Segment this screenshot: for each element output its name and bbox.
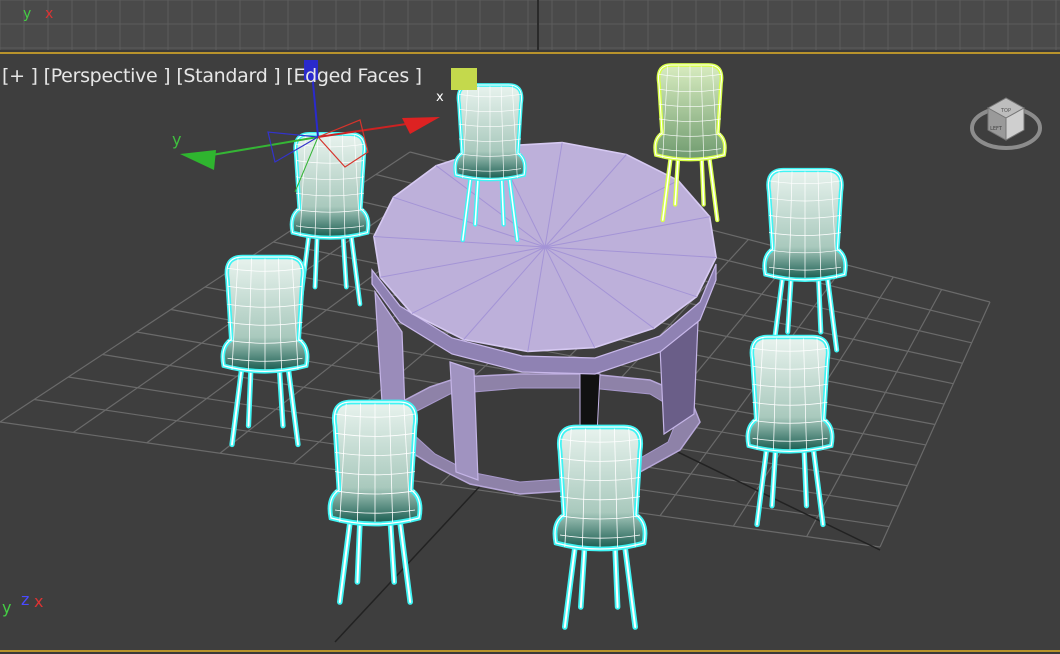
top-viewport-grid [0, 0, 1060, 50]
viewport-display-mode-menu[interactable]: [Edged Faces ] [286, 65, 422, 87]
selection-color-swatch[interactable] [451, 68, 477, 90]
gizmo-y-label: y [172, 130, 182, 149]
viewport-label-menu[interactable]: [+ ] [Perspective ] [Standard ] [Edged Face… [2, 65, 428, 87]
corner-axis-x-label: x [34, 592, 44, 611]
gizmo-x-arrow[interactable] [402, 117, 440, 134]
chair-front-right[interactable] [552, 424, 648, 630]
corner-axis-z-label: z [21, 590, 30, 609]
chair-front-left[interactable] [327, 399, 423, 605]
chair-left[interactable] [220, 254, 310, 448]
chair-right-front[interactable] [745, 334, 835, 528]
top-axis-y-label: y [23, 6, 32, 22]
top-axis-x-label: x [45, 6, 54, 22]
gizmo-y-arrow[interactable] [180, 150, 216, 170]
viewport-point-of-view-menu[interactable]: [Perspective ] [44, 65, 171, 87]
top-viewport[interactable]: y x [0, 0, 1060, 50]
viewcube-top-label: TOP [1000, 108, 1011, 114]
corner-axis-y-label: y [2, 598, 12, 617]
scene-canvas[interactable] [0, 54, 1060, 652]
viewport-shading-menu[interactable]: [Standard ] [176, 65, 280, 87]
gizmo-x-label: x [436, 90, 444, 105]
viewcube[interactable]: TOP LEFT [966, 90, 1046, 160]
viewport-divider[interactable] [537, 0, 539, 50]
viewcube-left-label: LEFT [990, 126, 1003, 132]
perspective-viewport[interactable]: [+ ] [Perspective ] [Standard ] [Edged Face… [0, 52, 1060, 652]
viewport-plus-menu[interactable]: [+ ] [2, 65, 38, 87]
chair-right[interactable] [762, 167, 848, 353]
